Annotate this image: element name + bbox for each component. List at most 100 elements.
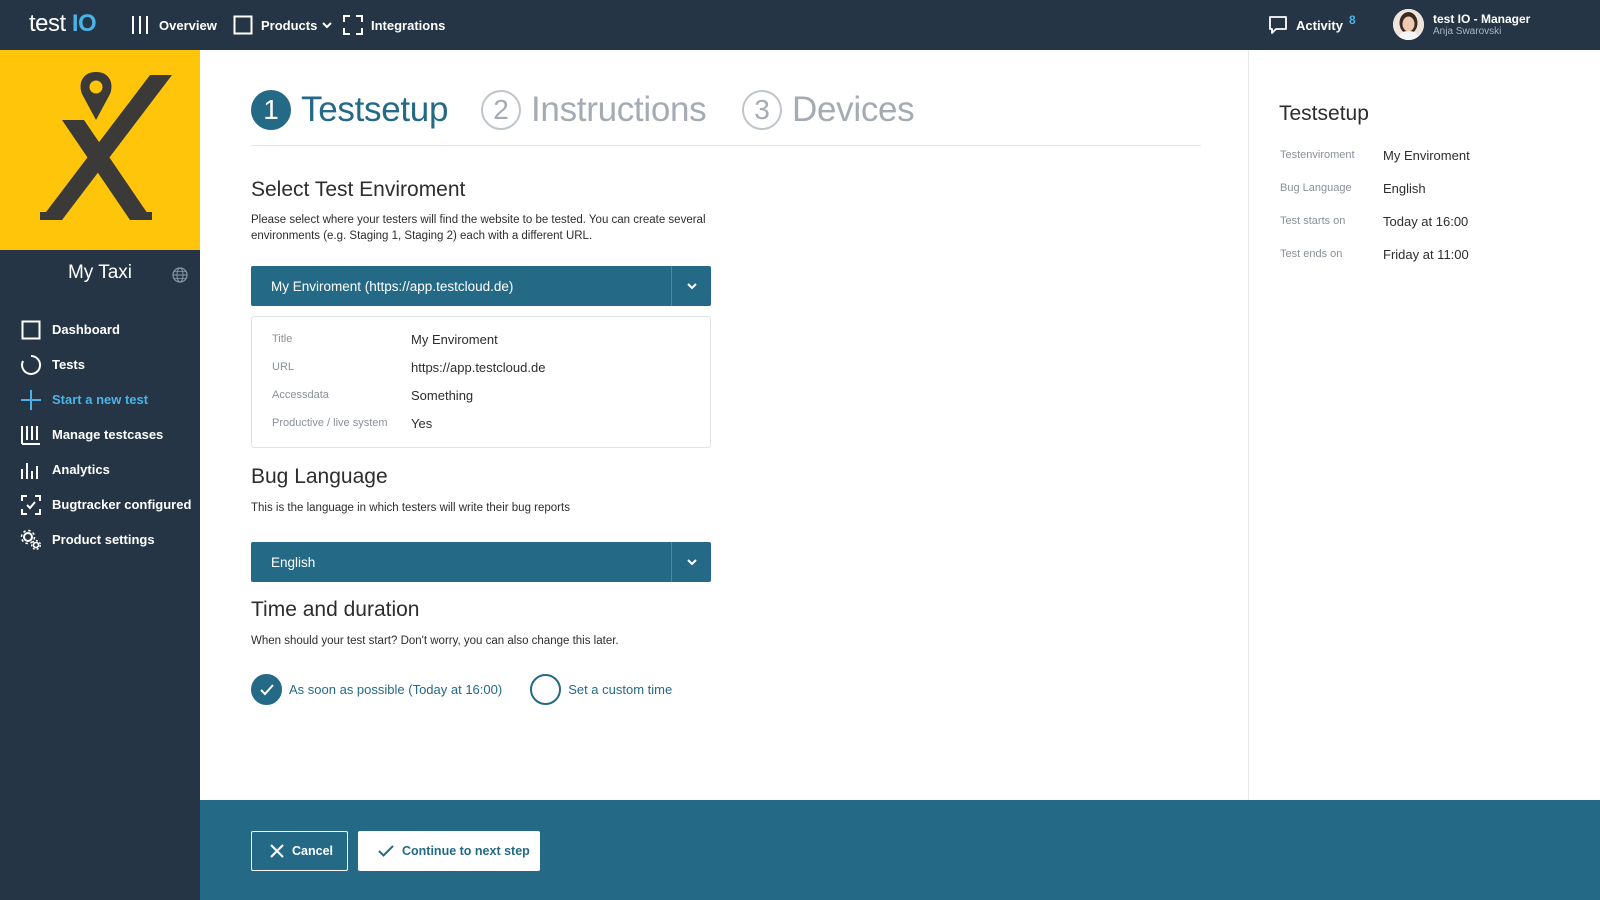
bug-language-title: Bug Language — [251, 465, 388, 488]
env-section-description: Please select where your testers will fi… — [251, 214, 706, 242]
columns-icon — [20, 424, 42, 446]
summary-key: Testenviroment — [1280, 149, 1355, 161]
step-testsetup[interactable]: 1 Testsetup — [251, 90, 448, 130]
radio-circle — [530, 674, 562, 705]
product-title: My Taxi — [67, 262, 133, 283]
chat-bubble-icon — [1269, 16, 1287, 34]
product-title-row: My Taxi — [0, 262, 200, 292]
circle-icon — [20, 354, 42, 376]
stepper: 1 Testsetup 2 Instructions 3 Devices — [251, 90, 1201, 146]
step-number: 2 — [481, 90, 521, 130]
environment-details-card: Title My Enviroment URL https://app.test… — [251, 316, 711, 448]
bug-language-description: This is the language in which testers wi… — [251, 502, 570, 514]
square-icon — [233, 15, 253, 35]
env-detail-key: Productive / live system — [272, 417, 388, 429]
step-devices[interactable]: 3 Devices — [742, 90, 915, 130]
step-label: Testsetup — [301, 90, 449, 129]
continue-button[interactable]: Continue to next step — [358, 831, 540, 871]
radio-custom-time-label: Set a custom time — [568, 682, 673, 697]
summary-row: Test starts on Today at 16:00 — [1280, 211, 1468, 231]
env-detail-row: Productive / live system Yes — [272, 413, 432, 433]
env-section-title: Select Test Enviroment — [251, 178, 466, 201]
brand-prefix: test — [29, 10, 66, 37]
env-detail-key: Accessdata — [272, 389, 329, 401]
sidebar-item-label: Product settings — [52, 532, 155, 547]
step-label: Instructions — [531, 90, 707, 129]
summary-row: Test ends on Friday at 11:00 — [1280, 244, 1469, 264]
chevron-down-icon[interactable] — [671, 542, 711, 582]
nav-products[interactable]: Products — [233, 14, 333, 36]
bars-icon — [132, 16, 148, 34]
plus-icon — [20, 389, 42, 411]
summary-key: Test starts on — [1280, 215, 1346, 227]
time-duration-description: When should your test start? Don't worry… — [251, 635, 619, 647]
summary-panel: Testsetup Testenviroment My Enviroment B… — [1248, 50, 1600, 800]
sidebar: My Taxi Dashboard Tests Start a new test… — [0, 50, 200, 900]
user-name: test IO - Manager — [1433, 11, 1531, 26]
summary-key: Bug Language — [1280, 182, 1352, 194]
sidebar-item-label: Start a new test — [52, 392, 149, 407]
sidebar-item-label: Manage testcases — [52, 427, 164, 442]
user-menu[interactable]: test IO - Manager Anja Swarovski — [1393, 9, 1530, 40]
activity-button[interactable]: Activity 8 — [1268, 13, 1356, 36]
brand-logo[interactable]: test IO — [29, 10, 97, 38]
step-instructions[interactable]: 2 Instructions — [481, 90, 707, 130]
summary-value: English — [1383, 180, 1426, 196]
bug-language-select[interactable]: English — [251, 542, 711, 582]
main-content: 1 Testsetup 2 Instructions 3 Devices Sel… — [200, 50, 1248, 800]
sidebar-item-manage-testcases[interactable]: Manage testcases — [0, 417, 200, 452]
summary-value: Friday at 11:00 — [1383, 246, 1469, 262]
environment-select-value: My Enviroment (https://app.testcloud.de) — [271, 278, 514, 294]
nav-products-label: Products — [261, 17, 318, 33]
sidebar-menu: Dashboard Tests Start a new test Manage … — [0, 312, 200, 557]
env-detail-value: https://app.testcloud.de — [411, 359, 546, 375]
environment-select[interactable]: My Enviroment (https://app.testcloud.de) — [251, 266, 711, 306]
nav-overview[interactable]: Overview — [131, 14, 217, 36]
radio-asap-label: As soon as possible (Today at 16:00) — [289, 682, 503, 697]
step-label: Devices — [792, 90, 915, 129]
bar-chart-icon — [20, 459, 42, 481]
taxi-logo-icon — [40, 72, 172, 220]
summary-row: Bug Language English — [1280, 178, 1426, 198]
avatar — [1393, 9, 1424, 40]
avatar-image — [1393, 9, 1424, 40]
cancel-button-label: Cancel — [292, 844, 333, 858]
sidebar-item-analytics[interactable]: Analytics — [0, 452, 200, 487]
square-icon — [20, 319, 42, 341]
nav-integrations-label: Integrations — [371, 17, 446, 33]
sidebar-item-tests[interactable]: Tests — [0, 347, 200, 382]
start-time-radio-group: As soon as possible (Today at 16:00) Set… — [251, 674, 700, 705]
activity-count-badge: 8 — [1348, 13, 1356, 27]
product-logo[interactable] — [0, 50, 200, 250]
cancel-button[interactable]: Cancel — [251, 831, 348, 871]
step-number: 3 — [742, 90, 782, 130]
sidebar-item-label: Tests — [52, 357, 85, 372]
summary-row: Testenviroment My Enviroment — [1280, 145, 1470, 165]
sidebar-item-label: Analytics — [52, 462, 110, 477]
nav-integrations[interactable]: Integrations — [343, 14, 445, 36]
sidebar-item-dashboard[interactable]: Dashboard — [0, 312, 200, 347]
brand-suffix: IO — [71, 10, 97, 37]
sidebar-item-start-new-test[interactable]: Start a new test — [0, 382, 200, 417]
check-icon — [378, 845, 394, 857]
check-frame-icon — [20, 494, 42, 516]
globe-icon[interactable] — [172, 267, 188, 283]
sidebar-item-product-settings[interactable]: Product settings — [0, 522, 200, 557]
radio-custom-time[interactable]: Set a custom time — [530, 674, 672, 705]
env-detail-value: Something — [411, 387, 474, 403]
env-detail-row: Title My Enviroment — [272, 329, 498, 349]
close-icon — [270, 844, 284, 858]
continue-button-label: Continue to next step — [402, 844, 530, 858]
chevron-down-icon[interactable] — [671, 266, 711, 306]
env-detail-value: My Enviroment — [411, 331, 498, 347]
summary-key: Test ends on — [1280, 248, 1343, 260]
summary-value: Today at 16:00 — [1383, 213, 1469, 229]
radio-asap[interactable]: As soon as possible (Today at 16:00) — [251, 674, 502, 705]
summary-title: Testsetup — [1279, 102, 1369, 125]
env-detail-key: URL — [272, 361, 295, 373]
time-duration-title: Time and duration — [251, 598, 420, 621]
sidebar-item-bugtracker[interactable]: Bugtracker configured — [0, 487, 200, 522]
user-subtitle: Anja Swarovski — [1433, 25, 1502, 37]
top-navigation-bar: test IO Overview Products Integrations A… — [0, 0, 1600, 50]
chevron-down-icon — [322, 22, 333, 29]
